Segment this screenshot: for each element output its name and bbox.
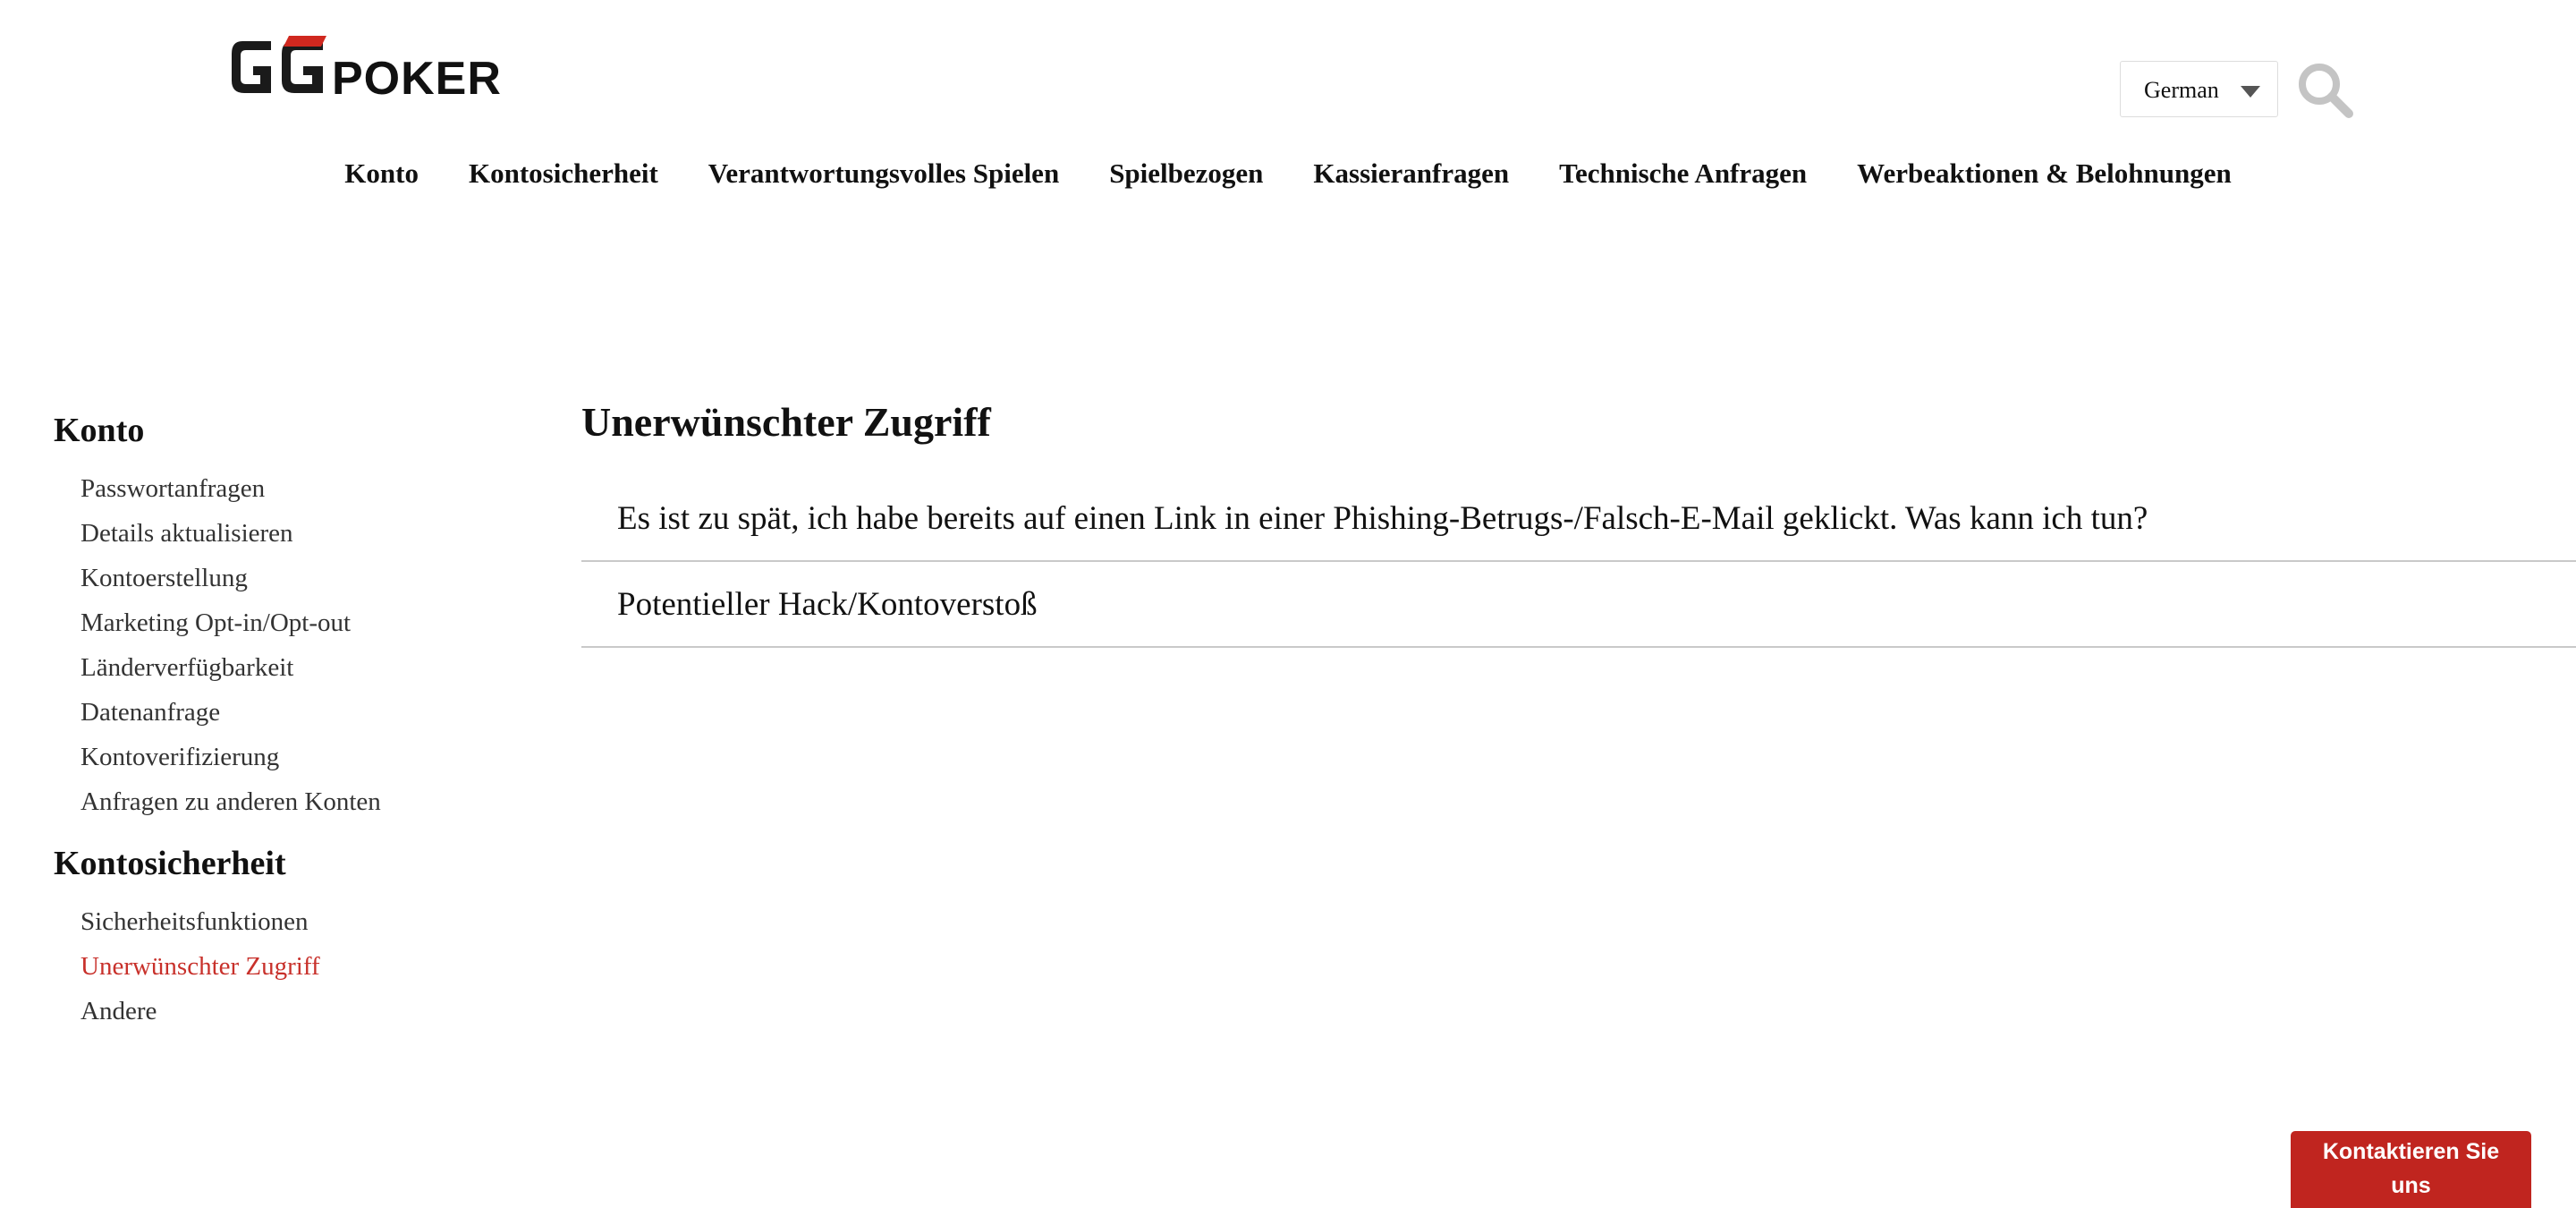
top-navigation: Konto Kontosicherheit Verantwortungsvoll… <box>0 157 2576 190</box>
language-selected-value: German <box>2144 77 2219 103</box>
article-link-potential-hack[interactable]: Potentieller Hack/Kontoverstoß <box>581 562 2576 648</box>
sidebar-list: Passwortanfragen Details aktualisieren K… <box>54 454 555 831</box>
nav-spielbezogen[interactable]: Spielbezogen <box>1109 157 1263 190</box>
contact-us-button[interactable]: Kontaktieren Sie uns <box>2291 1131 2531 1208</box>
page-title: Unerwünschter Zugriff <box>581 399 991 445</box>
sidebar-heading[interactable]: Konto <box>54 407 555 454</box>
logo-wordmark: POKER <box>332 53 502 105</box>
article-link-phishing[interactable]: Es ist zu spät, ich habe bereits auf ein… <box>581 476 2576 562</box>
sidebar-section-konto: Konto Passwortanfragen Details aktualisi… <box>54 407 555 831</box>
nav-konto[interactable]: Konto <box>344 157 419 190</box>
gg-poker-logo[interactable]: POKER <box>226 34 526 106</box>
sidebar-item-anfragen-andere-konten[interactable]: Anfragen zu anderen Konten <box>54 772 555 831</box>
gg-logo-mark <box>232 36 326 93</box>
nav-verantwortungsvolles-spielen[interactable]: Verantwortungsvolles Spielen <box>708 157 1059 190</box>
contact-button-label-line2: uns <box>2391 1173 2431 1198</box>
sidebar-list: Sicherheitsfunktionen Unerwünschter Zugr… <box>54 887 555 1041</box>
sidebar: Konto Passwortanfragen Details aktualisi… <box>54 407 555 1041</box>
nav-technische-anfragen[interactable]: Technische Anfragen <box>1559 157 1807 190</box>
search-icon <box>2299 64 2353 118</box>
nav-werbeaktionen-belohnungen[interactable]: Werbeaktionen & Belohnungen <box>1857 157 2232 190</box>
search-button[interactable] <box>2295 61 2354 120</box>
sidebar-section-kontosicherheit: Kontosicherheit Sicherheitsfunktionen Un… <box>54 840 555 1041</box>
contact-button-label-line1: Kontaktieren Sie <box>2322 1139 2500 1164</box>
chevron-down-icon <box>2241 86 2260 98</box>
main-content: Unerwünschter Zugriff Es ist zu spät, ic… <box>581 394 2576 648</box>
sidebar-heading[interactable]: Kontosicherheit <box>54 840 555 887</box>
article-list: Es ist zu spät, ich habe bereits auf ein… <box>581 476 2576 648</box>
nav-kassieranfragen[interactable]: Kassieranfragen <box>1313 157 1509 190</box>
language-select[interactable]: German <box>2120 61 2278 117</box>
nav-kontosicherheit[interactable]: Kontosicherheit <box>469 157 658 190</box>
